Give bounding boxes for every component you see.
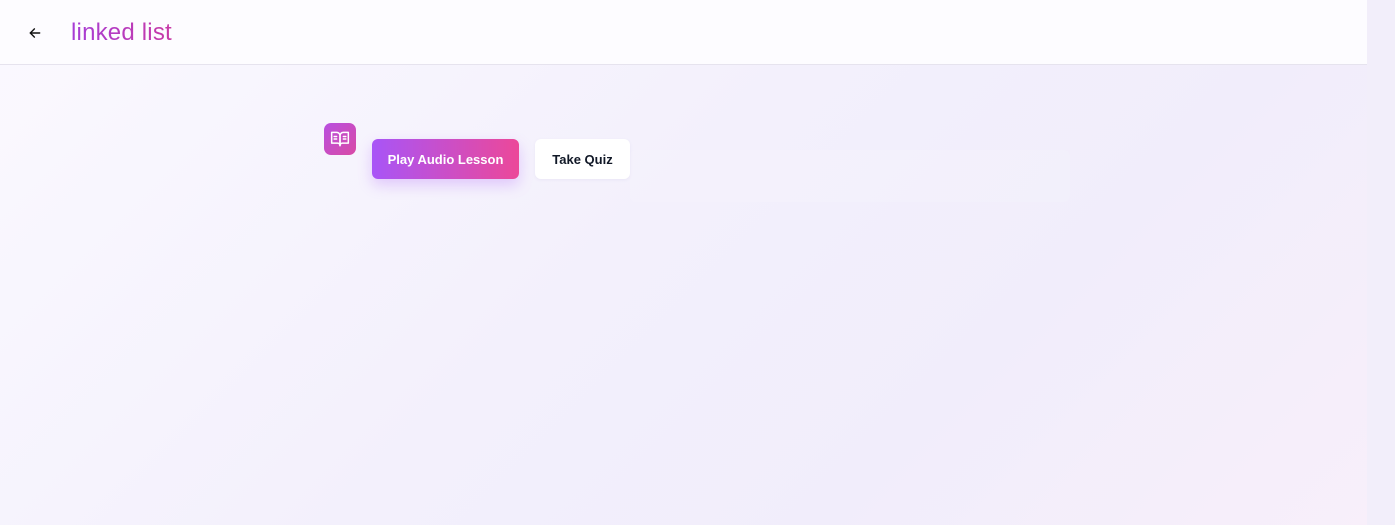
scrollbar-track [1367,0,1395,525]
play-audio-lesson-button[interactable]: Play Audio Lesson [372,139,519,179]
book-open-icon [330,131,350,147]
content-placeholder [630,150,1070,202]
take-quiz-button[interactable]: Take Quiz [535,139,630,179]
page-title: linked list [71,19,172,46]
top-bar: linked list [0,0,1367,65]
arrow-left-icon [29,28,41,38]
lesson-badge [324,123,356,155]
back-button[interactable] [22,20,48,46]
